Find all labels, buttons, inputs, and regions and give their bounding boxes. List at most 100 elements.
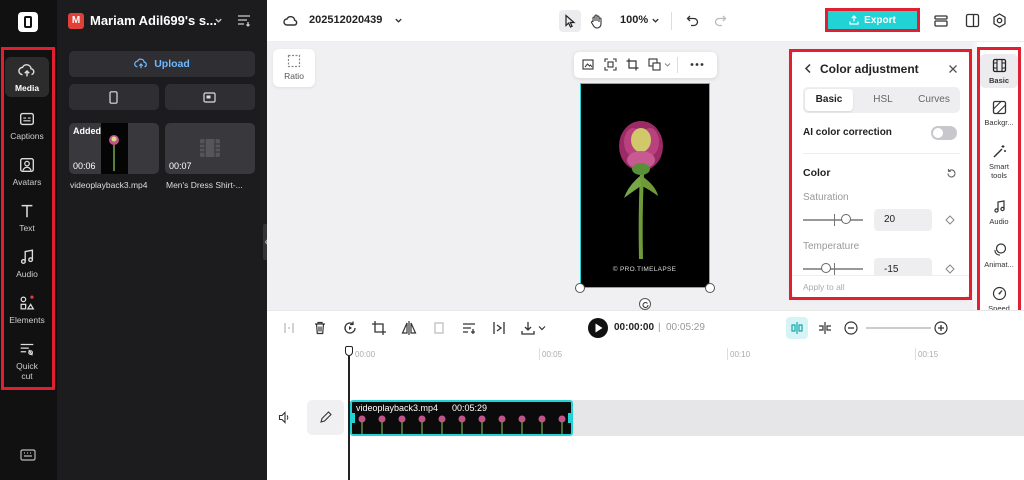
nav-elements[interactable]: Elements (5, 294, 49, 325)
cover-edit-button[interactable] (307, 400, 344, 435)
zoom-level[interactable]: 100% (620, 14, 648, 26)
keyframe-icon[interactable] (945, 264, 955, 274)
reset-icon[interactable] (946, 168, 957, 179)
ai-color-toggle[interactable] (931, 126, 957, 140)
rail-background[interactable]: Backgr... (980, 100, 1018, 127)
text-icon (21, 204, 33, 218)
temperature-value[interactable]: -15 (874, 258, 932, 275)
snap-icon (791, 322, 803, 334)
rail-smart-tools[interactable]: Smart tools (980, 144, 1018, 180)
close-icon[interactable] (948, 64, 958, 74)
nav-media[interactable]: Media (5, 57, 49, 97)
more-icon[interactable] (690, 62, 704, 67)
crop-icon[interactable] (626, 58, 639, 71)
crop-icon[interactable] (371, 320, 387, 336)
screen-upload-button[interactable] (165, 84, 255, 110)
trash-icon[interactable] (312, 320, 328, 336)
avatar[interactable]: M (68, 13, 84, 29)
focus-icon[interactable] (604, 58, 617, 71)
keyboard-icon[interactable] (20, 448, 36, 462)
trim-icon[interactable] (491, 320, 507, 336)
layout-icon[interactable] (965, 13, 980, 28)
select-tool-button[interactable] (559, 10, 581, 32)
ruler-line (727, 348, 728, 360)
animation-icon (993, 243, 1006, 256)
chevron-down-icon[interactable] (214, 16, 223, 25)
nav-quick-cut[interactable]: Quick cut (5, 340, 49, 381)
phone-upload-button[interactable] (69, 84, 159, 110)
nav-text[interactable]: Text (5, 202, 49, 233)
ratio-button[interactable]: Ratio (273, 49, 315, 87)
cloud-icon[interactable] (283, 13, 299, 27)
film-icon (200, 139, 220, 157)
rotate-handle[interactable] (639, 298, 651, 310)
chevron-down-icon[interactable] (394, 16, 403, 25)
saturation-value[interactable]: 20 (874, 209, 932, 231)
project-title[interactable]: Mariam Adil699's s... (90, 13, 217, 28)
split-view-icon[interactable] (817, 320, 833, 336)
gear-icon[interactable] (992, 13, 1007, 28)
export-label: Export (864, 14, 896, 26)
nav-avatars[interactable]: Avatars (5, 156, 49, 187)
clip-trim-left[interactable] (352, 413, 355, 423)
timeline-zoom-slider[interactable] (866, 327, 931, 329)
resize-handle[interactable] (705, 283, 715, 293)
undo-icon[interactable] (686, 14, 699, 27)
media-thumb[interactable]: 00:07 (165, 123, 255, 174)
divider (803, 153, 960, 154)
replace-icon[interactable] (648, 58, 661, 71)
chevron-down-icon[interactable] (538, 325, 546, 331)
temperature-slider[interactable] (803, 268, 863, 270)
image-add-icon[interactable] (582, 58, 595, 71)
hand-icon[interactable] (590, 13, 604, 29)
sort-icon[interactable] (237, 14, 251, 27)
media-name: Men's Dress Shirt-... (166, 180, 243, 190)
time-ruler[interactable]: 00:00 00:05 00:10 00:15 (267, 344, 1024, 364)
video-clip[interactable]: videoplayback3.mp4 00:05:29 (350, 400, 573, 436)
upload-button[interactable]: Upload (69, 51, 255, 77)
media-thumb[interactable]: Added 00:06 (69, 123, 159, 174)
zoom-out-icon[interactable] (843, 320, 859, 336)
cloud-upload-icon (18, 64, 35, 77)
tab-hsl[interactable]: HSL (859, 89, 907, 111)
clip-trim-right[interactable] (568, 413, 571, 423)
apply-to-all[interactable]: Apply to all (803, 282, 845, 292)
snap-button[interactable] (786, 317, 808, 339)
rail-label: Basic (988, 76, 1009, 85)
split-icon[interactable] (281, 320, 297, 336)
time-separator: | (658, 322, 661, 333)
chevron-down-icon[interactable] (651, 16, 660, 25)
tab-basic[interactable]: Basic (805, 89, 853, 111)
ai-color-label: AI color correction (803, 127, 892, 138)
rail-audio[interactable]: Audio (980, 199, 1018, 226)
playhead-handle[interactable] (345, 346, 353, 356)
play-button[interactable] (588, 318, 608, 338)
rail-basic[interactable]: Basic (980, 54, 1018, 88)
app-logo-icon[interactable] (18, 12, 38, 32)
quick-cut-icon (20, 343, 34, 356)
video-preview[interactable]: © PRO.TIMELAPSE (580, 83, 710, 288)
nav-captions[interactable]: Captions (5, 110, 49, 141)
export-button[interactable]: Export (825, 8, 920, 32)
back-icon[interactable] (804, 63, 812, 74)
tab-curves[interactable]: Curves (910, 89, 958, 111)
project-name[interactable]: 202512020439 (309, 14, 382, 26)
nav-audio[interactable]: Audio (5, 248, 49, 279)
loop-icon[interactable] (342, 320, 358, 336)
resize-handle[interactable] (575, 283, 585, 293)
download-icon[interactable] (520, 320, 536, 336)
zoom-in-icon[interactable] (933, 320, 949, 336)
volume-icon[interactable] (278, 411, 291, 424)
saturation-slider[interactable] (803, 219, 863, 221)
rail-animation[interactable]: Animat... (980, 242, 1018, 269)
chevron-down-icon[interactable] (664, 62, 671, 68)
mirror-icon[interactable] (401, 320, 417, 336)
redo-icon[interactable] (714, 14, 727, 27)
freeze-icon[interactable] (431, 320, 447, 336)
layers-icon[interactable] (933, 13, 949, 29)
keyframe-icon[interactable] (945, 215, 955, 225)
temperature-knob[interactable] (821, 263, 831, 273)
saturation-knob[interactable] (841, 214, 851, 224)
rail-speed[interactable]: Speed (980, 286, 1018, 313)
adjust-icon[interactable] (461, 320, 477, 336)
